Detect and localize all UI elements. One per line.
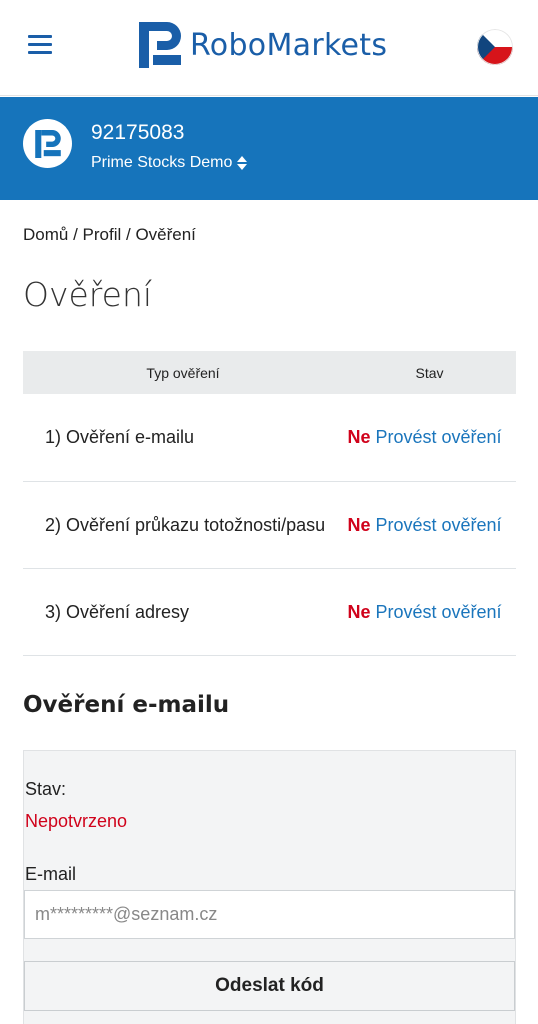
- czech-flag-icon[interactable]: [477, 29, 513, 65]
- verification-status-cell: Ne Provést ověření: [343, 481, 516, 569]
- table-header-row: Typ ověření Stav: [23, 351, 516, 394]
- verification-name: 2) Ověření průkazu totožnosti/pasu: [23, 481, 343, 569]
- verify-link[interactable]: Provést ověření: [375, 602, 501, 622]
- email-field[interactable]: [24, 890, 515, 939]
- email-label: E-mail: [25, 864, 77, 884]
- sort-caret-icon: [237, 156, 248, 170]
- verify-link[interactable]: Provést ověření: [375, 515, 501, 535]
- robomarkets-logo-icon: [139, 22, 181, 68]
- status-label: Stav:: [25, 779, 67, 799]
- column-header-type: Typ ověření: [23, 351, 343, 394]
- verification-table: Typ ověření Stav 1) Ověření e-mailu Ne P…: [23, 351, 516, 656]
- table-row: 2) Ověření průkazu totožnosti/pasu Ne Pr…: [23, 481, 516, 569]
- column-header-status: Stav: [343, 351, 516, 394]
- account-type-selector[interactable]: Prime Stocks Demo: [91, 154, 248, 172]
- breadcrumb-home[interactable]: Domů: [23, 225, 68, 244]
- top-header: RoboMarkets: [0, 0, 538, 96]
- send-code-button[interactable]: Odeslat kód: [24, 961, 515, 1011]
- breadcrumb: Domů / Profil / Ověření: [23, 225, 196, 245]
- email-verification-panel: Stav: Nepotvrzeno E-mail Odeslat kód: [23, 750, 516, 1024]
- status-no: Ne: [347, 427, 371, 448]
- email-verification-title: Ověření e-mailu: [23, 692, 230, 718]
- hamburger-menu-icon[interactable]: [28, 35, 52, 55]
- verification-name: 3) Ověření adresy: [23, 568, 343, 656]
- account-number: 92175083: [91, 121, 185, 144]
- breadcrumb-profile[interactable]: Profil: [83, 225, 122, 244]
- robomarkets-logo[interactable]: RoboMarkets: [139, 22, 387, 68]
- breadcrumb-current: Ověření: [135, 225, 196, 244]
- account-type-label: Prime Stocks Demo: [91, 154, 233, 171]
- verification-name: 1) Ověření e-mailu: [23, 394, 343, 482]
- status-no: Ne: [347, 601, 371, 622]
- breadcrumb-separator: /: [121, 225, 136, 244]
- status-no: Ne: [347, 514, 371, 535]
- verify-link[interactable]: Provést ověření: [375, 427, 501, 447]
- account-bar: 92175083 Prime Stocks Demo: [0, 97, 538, 200]
- logo-text: RoboMarkets: [190, 27, 388, 63]
- verification-status-cell: Ne Provést ověření: [343, 568, 516, 656]
- table-row: 1) Ověření e-mailu Ne Provést ověření: [23, 394, 516, 482]
- verification-status-cell: Ne Provést ověření: [343, 394, 516, 482]
- account-avatar-icon: [23, 119, 72, 168]
- page-title: Ověření: [23, 275, 153, 314]
- status-value: Nepotvrzeno: [25, 811, 128, 831]
- breadcrumb-separator: /: [68, 225, 83, 244]
- table-row: 3) Ověření adresy Ne Provést ověření: [23, 568, 516, 656]
